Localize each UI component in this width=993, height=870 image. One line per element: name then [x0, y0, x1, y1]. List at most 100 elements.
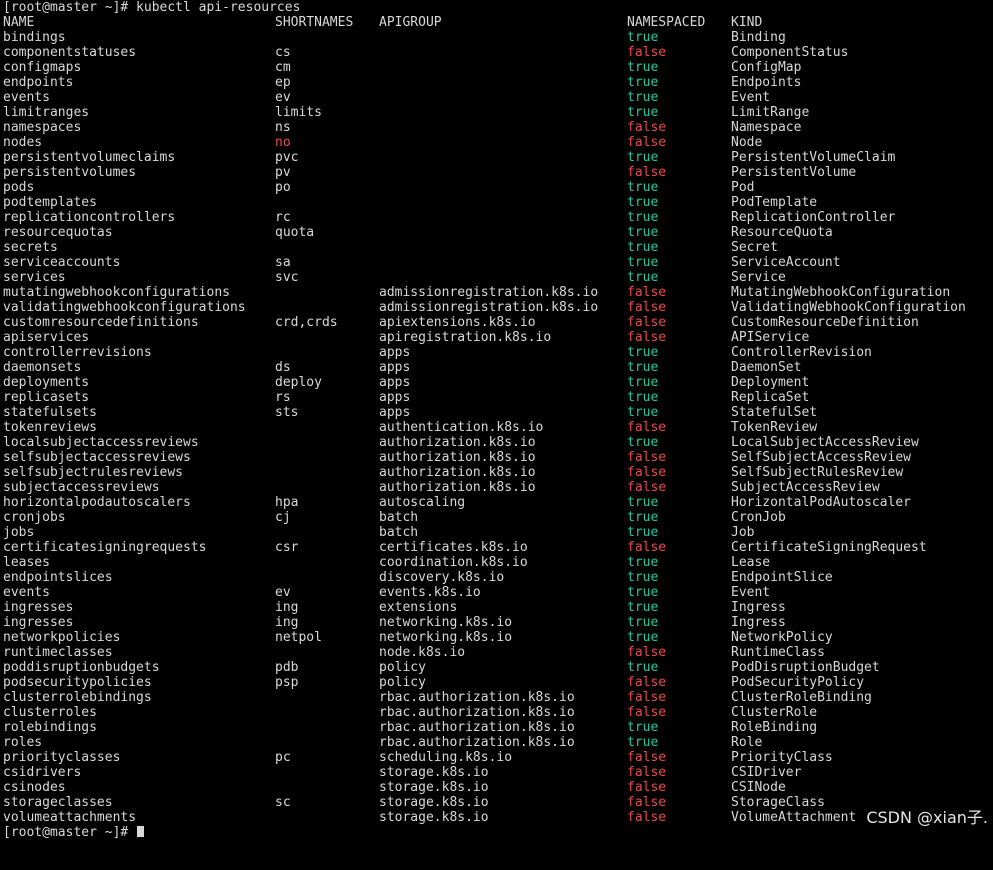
- cell-kind: Namespace: [731, 120, 802, 135]
- cell-name: subjectaccessreviews: [3, 480, 160, 495]
- cell-kind: Ingress: [731, 600, 786, 615]
- cell-kind: SubjectAccessReview: [731, 480, 880, 495]
- cell-kind: VolumeAttachment: [731, 810, 857, 825]
- cell-kind: TokenReview: [731, 420, 818, 435]
- cell-apigroup: batch: [379, 525, 419, 540]
- cell-apigroup: policy: [379, 660, 426, 675]
- cell-kind: MutatingWebhookConfiguration: [731, 285, 951, 300]
- cell-kind: PriorityClass: [731, 750, 833, 765]
- cell-namespaced: false: [627, 675, 667, 690]
- cell-kind: APIService: [731, 330, 810, 345]
- cell-apigroup: rbac.authorization.k8s.io: [379, 690, 575, 705]
- cell-name: poddisruptionbudgets: [3, 660, 160, 675]
- header-namespaced: NAMESPACED: [627, 15, 706, 30]
- cell-shortnames: pc: [275, 750, 291, 765]
- cell-kind: EndpointSlice: [731, 570, 833, 585]
- cell-kind: ControllerRevision: [731, 345, 872, 360]
- cell-apigroup: apps: [379, 360, 411, 375]
- cell-shortnames: pdb: [275, 660, 299, 675]
- cell-shortnames: rs: [275, 390, 291, 405]
- cell-kind: Event: [731, 585, 771, 600]
- cell-name: apiservices: [3, 330, 90, 345]
- cell-kind: Ingress: [731, 615, 786, 630]
- cell-namespaced: false: [627, 750, 667, 765]
- cell-namespaced: false: [627, 450, 667, 465]
- cell-name: bindings: [3, 30, 66, 45]
- cell-name: selfsubjectaccessreviews: [3, 450, 191, 465]
- command-line: [root@master ~]# kubectl api-resources: [0, 0, 300, 15]
- cell-name: resourcequotas: [3, 225, 113, 240]
- cell-apigroup: autoscaling: [379, 495, 466, 510]
- cell-apigroup: authentication.k8s.io: [379, 420, 544, 435]
- cell-name: endpointslices: [3, 570, 113, 585]
- input-prompt[interactable]: [root@master ~]#: [3, 825, 145, 840]
- cell-name: events: [3, 585, 50, 600]
- cell-shortnames: svc: [275, 270, 299, 285]
- cell-name: pods: [3, 180, 35, 195]
- cell-kind: Service: [731, 270, 786, 285]
- cell-kind: RuntimeClass: [731, 645, 825, 660]
- cell-shortnames: sa: [275, 255, 291, 270]
- cell-namespaced: false: [627, 300, 667, 315]
- cell-namespaced: false: [627, 795, 667, 810]
- cell-apigroup: rbac.authorization.k8s.io: [379, 735, 575, 750]
- cell-name: customresourcedefinitions: [3, 315, 199, 330]
- cell-shortnames: cj: [275, 510, 291, 525]
- cell-namespaced: true: [627, 735, 659, 750]
- cell-namespaced: false: [627, 315, 667, 330]
- cell-name: statefulsets: [3, 405, 97, 420]
- cell-apigroup: coordination.k8s.io: [379, 555, 528, 570]
- terminal-window[interactable]: [root@master ~]# kubectl api-resources N…: [0, 0, 993, 840]
- cell-namespaced: true: [627, 105, 659, 120]
- cell-name: services: [3, 270, 66, 285]
- cell-namespaced: true: [627, 600, 659, 615]
- header-name: NAME: [3, 15, 35, 30]
- cell-namespaced: true: [627, 240, 659, 255]
- cell-shortnames: sts: [275, 405, 299, 420]
- cell-apigroup: authorization.k8s.io: [379, 480, 536, 495]
- header-kind: KIND: [731, 15, 763, 30]
- cell-shortnames: crd,crds: [275, 315, 338, 330]
- cell-kind: CSIDriver: [731, 765, 802, 780]
- cell-namespaced: true: [627, 570, 659, 585]
- cell-namespaced: true: [627, 30, 659, 45]
- cell-kind: HorizontalPodAutoscaler: [731, 495, 912, 510]
- cell-kind: ReplicationController: [731, 210, 896, 225]
- cell-namespaced: true: [627, 720, 659, 735]
- cell-kind: ClusterRoleBinding: [731, 690, 872, 705]
- cell-apigroup: admissionregistration.k8s.io: [379, 285, 599, 300]
- cell-namespaced: true: [627, 90, 659, 105]
- cell-namespaced: false: [627, 705, 667, 720]
- cell-name: localsubjectaccessreviews: [3, 435, 199, 450]
- cell-shortnames: ep: [275, 75, 291, 90]
- cell-name: persistentvolumeclaims: [3, 150, 176, 165]
- cell-namespaced: true: [627, 255, 659, 270]
- cell-name: configmaps: [3, 60, 82, 75]
- cell-shortnames: cs: [275, 45, 291, 60]
- cell-apigroup: storage.k8s.io: [379, 780, 489, 795]
- cell-name: networkpolicies: [3, 630, 121, 645]
- cell-apigroup: authorization.k8s.io: [379, 435, 536, 450]
- cell-kind: DaemonSet: [731, 360, 802, 375]
- cell-namespaced: false: [627, 330, 667, 345]
- cell-shortnames: ing: [275, 600, 299, 615]
- cell-shortnames: rc: [275, 210, 291, 225]
- cell-apigroup: authorization.k8s.io: [379, 465, 536, 480]
- cell-kind: Binding: [731, 30, 786, 45]
- cell-namespaced: false: [627, 420, 667, 435]
- cell-apigroup: storage.k8s.io: [379, 810, 489, 825]
- cell-namespaced: true: [627, 510, 659, 525]
- cell-name: limitranges: [3, 105, 90, 120]
- cell-namespaced: true: [627, 75, 659, 90]
- cell-name: runtimeclasses: [3, 645, 113, 660]
- cell-kind: CustomResourceDefinition: [731, 315, 919, 330]
- input-line[interactable]: [root@master ~]#: [0, 825, 145, 840]
- cell-name: storageclasses: [3, 795, 113, 810]
- cell-shortnames: csr: [275, 540, 299, 555]
- cell-namespaced: true: [627, 360, 659, 375]
- cell-kind: Deployment: [731, 375, 810, 390]
- cell-namespaced: true: [627, 630, 659, 645]
- cell-namespaced: false: [627, 465, 667, 480]
- cell-shortnames: ing: [275, 615, 299, 630]
- cell-apigroup: batch: [379, 510, 419, 525]
